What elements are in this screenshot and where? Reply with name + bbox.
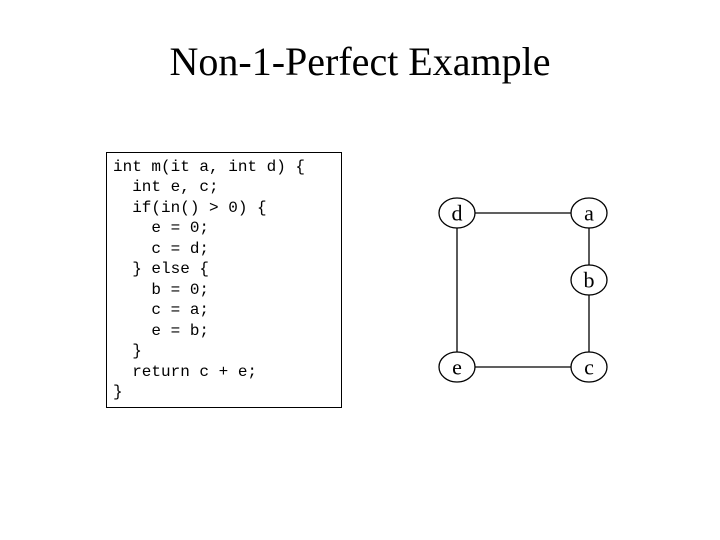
graph-edges <box>457 213 589 367</box>
code-block: int m(it a, int d) { int e, c; if(in() >… <box>106 152 342 408</box>
slide-title: Non-1-Perfect Example <box>0 38 720 85</box>
node-d-label: d <box>452 201 463 226</box>
node-b-label: b <box>584 268 595 293</box>
graph-nodes: d a b e c <box>439 198 607 382</box>
node-e: e <box>439 352 475 382</box>
node-a: a <box>571 198 607 228</box>
node-c-label: c <box>584 355 594 380</box>
code-text: int m(it a, int d) { int e, c; if(in() >… <box>113 157 335 403</box>
interference-graph: d a b e c <box>420 185 650 415</box>
node-b: b <box>571 265 607 295</box>
node-d: d <box>439 198 475 228</box>
node-e-label: e <box>452 355 462 380</box>
node-c: c <box>571 352 607 382</box>
node-a-label: a <box>584 201 594 226</box>
